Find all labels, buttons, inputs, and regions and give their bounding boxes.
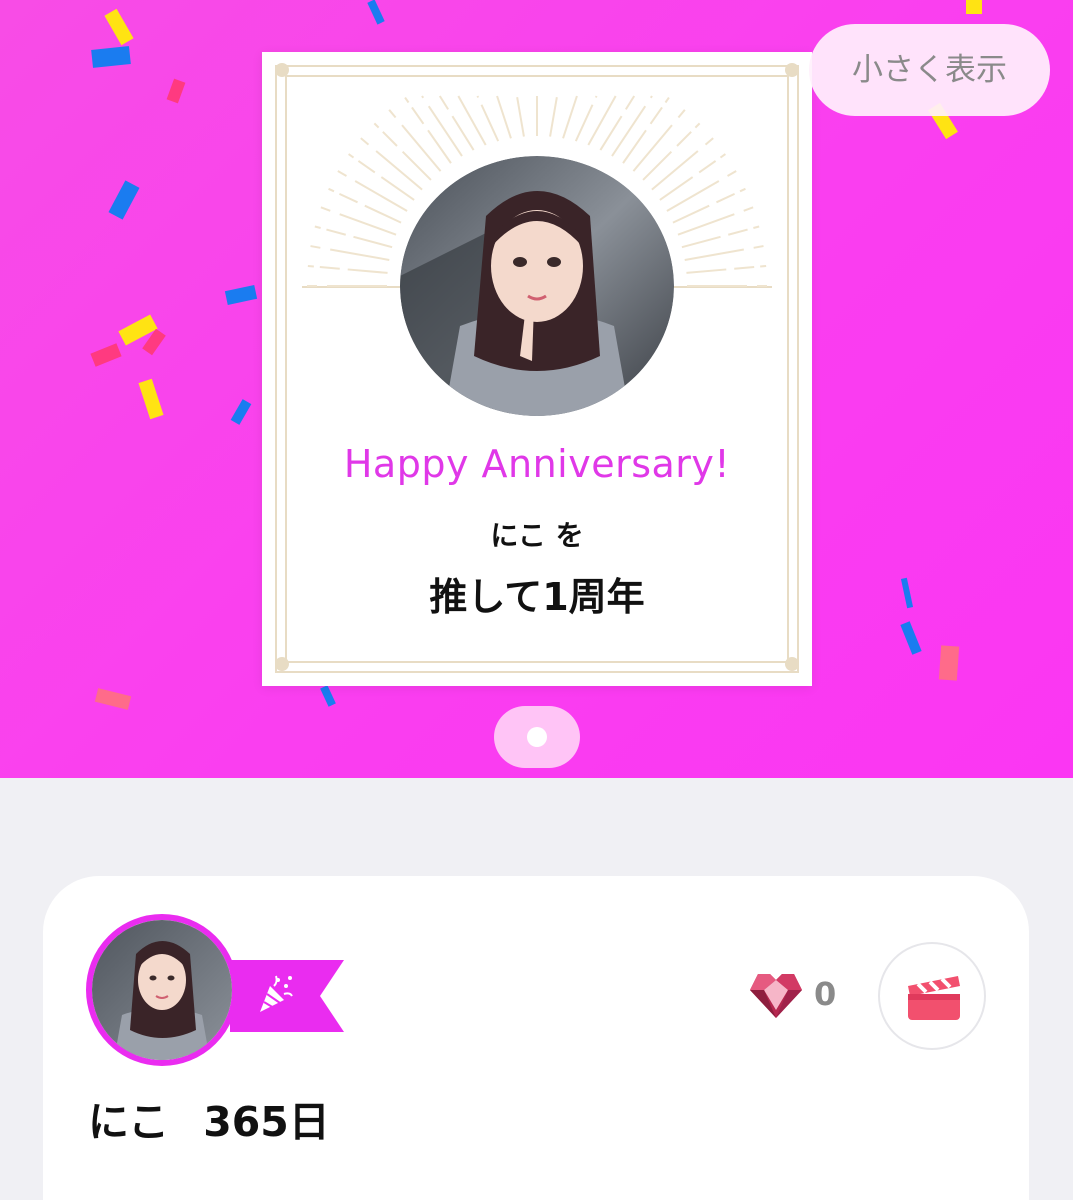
confetti-piece	[138, 378, 164, 420]
profile-name-days: にこ 365日	[88, 1092, 330, 1152]
confetti-piece	[108, 180, 140, 220]
confetti-piece	[900, 577, 914, 609]
gem-count: 0	[814, 975, 837, 1013]
page-indicator[interactable]	[494, 706, 580, 768]
movie-clapperboard-icon	[908, 976, 960, 1020]
oshi-portrait-image	[400, 156, 674, 416]
confetti-piece	[104, 8, 134, 46]
confetti-piece	[224, 285, 258, 305]
confetti-piece	[320, 685, 336, 707]
confetti-piece	[966, 0, 982, 14]
confetti-piece	[900, 621, 922, 655]
confetti-piece	[367, 0, 385, 25]
avatar[interactable]	[86, 914, 238, 1066]
profile-name: にこ	[88, 1098, 170, 1146]
confetti-piece	[938, 645, 960, 681]
anniversary-oshi-name: にこ を	[490, 519, 584, 552]
page-indicator-dot	[527, 727, 547, 747]
movie-button[interactable]	[878, 942, 986, 1050]
anniversary-duration: 推して1周年	[429, 575, 645, 619]
confetti-piece	[166, 78, 186, 104]
confetti-piece	[90, 343, 122, 367]
profile-days: 365日	[203, 1098, 330, 1146]
party-popper-icon	[260, 975, 293, 1012]
confetti-piece	[94, 688, 132, 710]
avatar-image	[92, 920, 232, 1060]
anniversary-greeting: Happy Anniversary!	[343, 442, 731, 486]
small-view-button[interactable]: 小さく表示	[809, 24, 1050, 116]
heart-gem-icon	[750, 974, 802, 1018]
confetti-piece	[230, 399, 252, 425]
confetti-piece	[91, 46, 131, 68]
